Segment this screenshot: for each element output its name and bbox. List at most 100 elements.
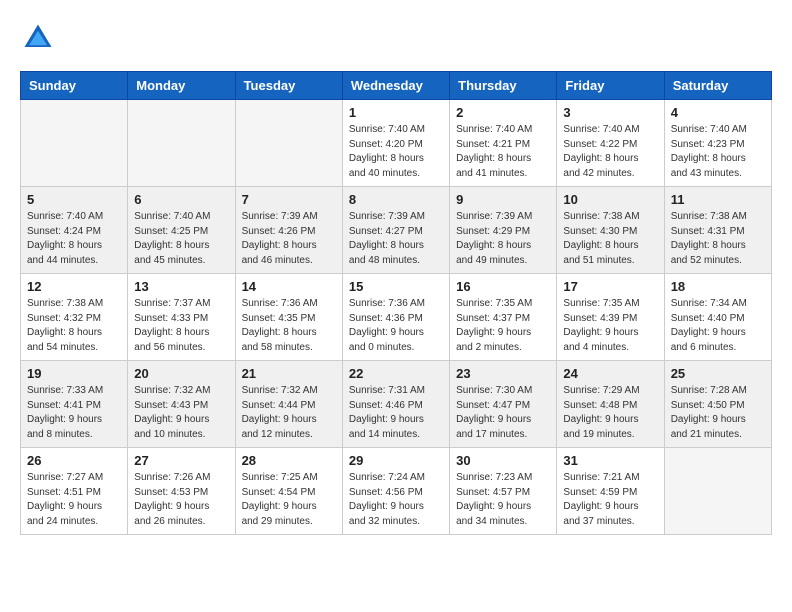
day-cell: 15 Sunrise: 7:36 AM Sunset: 4:36 PM Dayli… — [342, 274, 449, 361]
week-row-4: 19 Sunrise: 7:33 AM Sunset: 4:41 PM Dayli… — [21, 361, 772, 448]
week-row-1: 1Sunrise: 7:40 AM Sunset: 4:20 PM Daylig… — [21, 100, 772, 187]
week-row-3: 12 Sunrise: 7:38 AM Sunset: 4:32 PM Dayli… — [21, 274, 772, 361]
day-info: Sunrise: 7:34 AM Sunset: 4:40 PM Dayligh… — [671, 297, 765, 355]
day-info: Sunrise: 7:40 AM Sunset: 4:23 PM Dayligh… — [671, 123, 765, 181]
day-cell: 31 Sunrise: 7:21 AM Sunset: 4:59 PM Dayli… — [557, 448, 664, 535]
day-cell — [21, 100, 128, 187]
logo-icon — [20, 20, 56, 56]
day-cell: 25 Sunrise: 7:28 AM Sunset: 4:50 PM Dayli… — [664, 361, 771, 448]
day-number: 14 — [242, 279, 336, 294]
logo — [20, 20, 62, 56]
day-cell: 24Sunrise: 7:29 AM Sunset: 4:48 PM Dayli… — [557, 361, 664, 448]
week-row-2: 5Sunrise: 7:40 AM Sunset: 4:24 PM Daylig… — [21, 187, 772, 274]
day-number: 31 — [563, 453, 657, 468]
day-info: Sunrise: 7:40 AM Sunset: 4:22 PM Dayligh… — [563, 123, 657, 181]
day-number: 30 — [456, 453, 550, 468]
day-cell: 23 Sunrise: 7:30 AM Sunset: 4:47 PM Dayli… — [450, 361, 557, 448]
day-cell — [235, 100, 342, 187]
header-wednesday: Wednesday — [342, 72, 449, 100]
day-number: 10 — [563, 192, 657, 207]
day-number: 20 — [134, 366, 228, 381]
day-number: 4 — [671, 105, 765, 120]
day-number: 13 — [134, 279, 228, 294]
day-cell: 4 Sunrise: 7:40 AM Sunset: 4:23 PM Daylig… — [664, 100, 771, 187]
day-info: Sunrise: 7:40 AM Sunset: 4:24 PM Dayligh… — [27, 210, 121, 268]
day-cell: 22 Sunrise: 7:31 AM Sunset: 4:46 PM Dayli… — [342, 361, 449, 448]
day-info: Sunrise: 7:28 AM Sunset: 4:50 PM Dayligh… — [671, 384, 765, 442]
day-number: 6 — [134, 192, 228, 207]
day-info: Sunrise: 7:32 AM Sunset: 4:43 PM Dayligh… — [134, 384, 228, 442]
day-cell: 30 Sunrise: 7:23 AM Sunset: 4:57 PM Dayli… — [450, 448, 557, 535]
day-cell: 11 Sunrise: 7:38 AM Sunset: 4:31 PM Dayli… — [664, 187, 771, 274]
day-cell: 3 Sunrise: 7:40 AM Sunset: 4:22 PM Daylig… — [557, 100, 664, 187]
day-info: Sunrise: 7:35 AM Sunset: 4:37 PM Dayligh… — [456, 297, 550, 355]
day-number: 29 — [349, 453, 443, 468]
day-info: Sunrise: 7:25 AM Sunset: 4:54 PM Dayligh… — [242, 471, 336, 529]
day-number: 8 — [349, 192, 443, 207]
header-saturday: Saturday — [664, 72, 771, 100]
day-info: Sunrise: 7:39 AM Sunset: 4:26 PM Dayligh… — [242, 210, 336, 268]
day-number: 26 — [27, 453, 121, 468]
day-info: Sunrise: 7:23 AM Sunset: 4:57 PM Dayligh… — [456, 471, 550, 529]
day-cell: 26 Sunrise: 7:27 AM Sunset: 4:51 PM Dayli… — [21, 448, 128, 535]
day-info: Sunrise: 7:37 AM Sunset: 4:33 PM Dayligh… — [134, 297, 228, 355]
day-cell: 16 Sunrise: 7:35 AM Sunset: 4:37 PM Dayli… — [450, 274, 557, 361]
day-info: Sunrise: 7:36 AM Sunset: 4:36 PM Dayligh… — [349, 297, 443, 355]
day-number: 15 — [349, 279, 443, 294]
day-info: Sunrise: 7:38 AM Sunset: 4:31 PM Dayligh… — [671, 210, 765, 268]
day-info: Sunrise: 7:32 AM Sunset: 4:44 PM Dayligh… — [242, 384, 336, 442]
day-number: 25 — [671, 366, 765, 381]
day-info: Sunrise: 7:40 AM Sunset: 4:25 PM Dayligh… — [134, 210, 228, 268]
day-number: 21 — [242, 366, 336, 381]
day-number: 28 — [242, 453, 336, 468]
day-cell: 6 Sunrise: 7:40 AM Sunset: 4:25 PM Daylig… — [128, 187, 235, 274]
day-cell: 5Sunrise: 7:40 AM Sunset: 4:24 PM Daylig… — [21, 187, 128, 274]
day-number: 23 — [456, 366, 550, 381]
week-row-5: 26 Sunrise: 7:27 AM Sunset: 4:51 PM Dayli… — [21, 448, 772, 535]
day-info: Sunrise: 7:35 AM Sunset: 4:39 PM Dayligh… — [563, 297, 657, 355]
day-number: 22 — [349, 366, 443, 381]
day-number: 16 — [456, 279, 550, 294]
calendar: SundayMondayTuesdayWednesdayThursdayFrid… — [20, 71, 772, 535]
day-info: Sunrise: 7:39 AM Sunset: 4:27 PM Dayligh… — [349, 210, 443, 268]
day-info: Sunrise: 7:26 AM Sunset: 4:53 PM Dayligh… — [134, 471, 228, 529]
header-sunday: Sunday — [21, 72, 128, 100]
day-cell: 12 Sunrise: 7:38 AM Sunset: 4:32 PM Dayli… — [21, 274, 128, 361]
day-info: Sunrise: 7:33 AM Sunset: 4:41 PM Dayligh… — [27, 384, 121, 442]
day-number: 19 — [27, 366, 121, 381]
day-cell: 14 Sunrise: 7:36 AM Sunset: 4:35 PM Dayli… — [235, 274, 342, 361]
header-thursday: Thursday — [450, 72, 557, 100]
day-number: 7 — [242, 192, 336, 207]
day-info: Sunrise: 7:27 AM Sunset: 4:51 PM Dayligh… — [27, 471, 121, 529]
day-number: 27 — [134, 453, 228, 468]
day-info: Sunrise: 7:38 AM Sunset: 4:32 PM Dayligh… — [27, 297, 121, 355]
day-number: 18 — [671, 279, 765, 294]
day-cell: 20 Sunrise: 7:32 AM Sunset: 4:43 PM Dayli… — [128, 361, 235, 448]
day-number: 2 — [456, 105, 550, 120]
day-cell: 18 Sunrise: 7:34 AM Sunset: 4:40 PM Dayli… — [664, 274, 771, 361]
day-cell: 29 Sunrise: 7:24 AM Sunset: 4:56 PM Dayli… — [342, 448, 449, 535]
day-cell — [128, 100, 235, 187]
day-cell — [664, 448, 771, 535]
day-info: Sunrise: 7:21 AM Sunset: 4:59 PM Dayligh… — [563, 471, 657, 529]
day-cell: 7 Sunrise: 7:39 AM Sunset: 4:26 PM Daylig… — [235, 187, 342, 274]
day-number: 11 — [671, 192, 765, 207]
day-info: Sunrise: 7:36 AM Sunset: 4:35 PM Dayligh… — [242, 297, 336, 355]
day-number: 3 — [563, 105, 657, 120]
day-info: Sunrise: 7:30 AM Sunset: 4:47 PM Dayligh… — [456, 384, 550, 442]
day-number: 1 — [349, 105, 443, 120]
header-row: SundayMondayTuesdayWednesdayThursdayFrid… — [21, 72, 772, 100]
day-info: Sunrise: 7:31 AM Sunset: 4:46 PM Dayligh… — [349, 384, 443, 442]
header-monday: Monday — [128, 72, 235, 100]
day-cell: 8 Sunrise: 7:39 AM Sunset: 4:27 PM Daylig… — [342, 187, 449, 274]
day-cell: 10 Sunrise: 7:38 AM Sunset: 4:30 PM Dayli… — [557, 187, 664, 274]
day-cell: 19 Sunrise: 7:33 AM Sunset: 4:41 PM Dayli… — [21, 361, 128, 448]
day-cell: 13 Sunrise: 7:37 AM Sunset: 4:33 PM Dayli… — [128, 274, 235, 361]
day-cell: 17 Sunrise: 7:35 AM Sunset: 4:39 PM Dayli… — [557, 274, 664, 361]
day-number: 9 — [456, 192, 550, 207]
day-info: Sunrise: 7:38 AM Sunset: 4:30 PM Dayligh… — [563, 210, 657, 268]
day-number: 12 — [27, 279, 121, 294]
day-info: Sunrise: 7:24 AM Sunset: 4:56 PM Dayligh… — [349, 471, 443, 529]
day-number: 17 — [563, 279, 657, 294]
day-info: Sunrise: 7:29 AM Sunset: 4:48 PM Dayligh… — [563, 384, 657, 442]
